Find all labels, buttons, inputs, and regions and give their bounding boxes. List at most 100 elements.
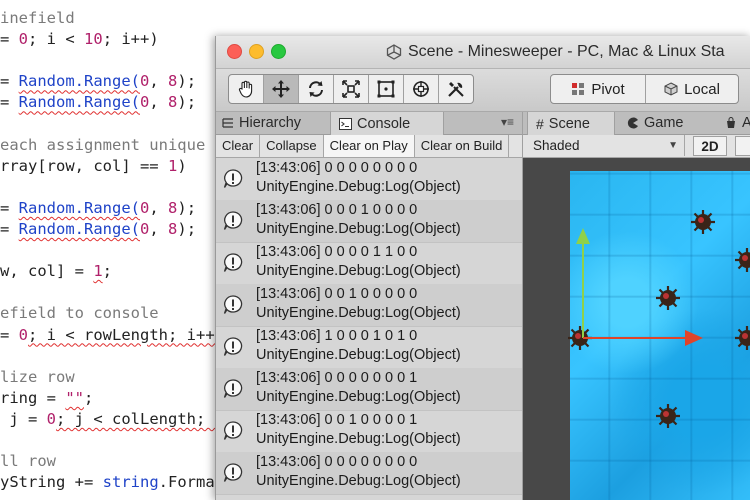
hierarchy-icon bbox=[222, 118, 233, 128]
console-log-entry[interactable]: [13:43:06] 0 0 0 0 0 0 0 0 UnityEngine.De… bbox=[216, 452, 522, 495]
log-stack-trace: UnityEngine.Debug:Log(Object) bbox=[256, 179, 461, 195]
transform-tool-button[interactable] bbox=[404, 75, 439, 103]
log-message: [13:43:06] 0 0 1 0 0 0 0 0 bbox=[256, 286, 418, 302]
game-pacman-icon bbox=[627, 117, 638, 129]
log-message: [13:43:06] 0 0 0 0 0 0 0 0 bbox=[256, 160, 418, 176]
code-line: w, col] = 1; bbox=[0, 260, 112, 282]
code-token: ); bbox=[177, 220, 197, 238]
pivot-button[interactable]: Pivot bbox=[551, 75, 646, 103]
code-token: ; bbox=[102, 262, 113, 281]
code-token: 1 bbox=[93, 262, 103, 281]
unity-logo-icon bbox=[386, 44, 402, 60]
hand-tool-button[interactable] bbox=[229, 75, 264, 103]
code-line: yString += string.Format( bbox=[0, 471, 233, 493]
info-icon bbox=[223, 421, 243, 440]
code-line: = 0; i < 10; i++) bbox=[0, 28, 159, 50]
code-token: = bbox=[0, 198, 19, 217]
console-panel: Hierarchy Console ▾≡ Clear Collapse Clea… bbox=[216, 112, 523, 500]
scene-viewport[interactable] bbox=[523, 158, 750, 500]
2d-toggle-button[interactable]: 2D bbox=[693, 136, 727, 156]
scene-overlay bbox=[568, 210, 750, 428]
shading-mode-value: Shaded bbox=[533, 138, 580, 153]
code-token: efield to console bbox=[0, 304, 159, 323]
scale-tool-button[interactable] bbox=[334, 75, 369, 103]
code-token: 10 bbox=[84, 30, 103, 49]
log-message: [13:43:06] 1 0 0 0 1 0 1 0 bbox=[256, 328, 418, 344]
rotate-tool-button[interactable] bbox=[299, 75, 334, 103]
mine-sprite[interactable] bbox=[656, 286, 680, 310]
console-log-entry[interactable]: [13:43:06] 0 0 0 0 0 0 0 0 UnityEngine.De… bbox=[216, 158, 522, 201]
log-stack-trace: UnityEngine.Debug:Log(Object) bbox=[256, 473, 461, 489]
code-line: lize row bbox=[0, 366, 75, 388]
y-axis-handle-icon bbox=[576, 228, 590, 244]
code-token: 0 bbox=[18, 325, 29, 344]
info-icon bbox=[223, 463, 243, 482]
code-line: ring = ""; bbox=[0, 387, 93, 409]
log-message: [13:43:06] 0 0 0 0 0 0 0 1 bbox=[256, 370, 418, 386]
mine-sprite[interactable] bbox=[656, 404, 680, 428]
scene-lighting-button[interactable] bbox=[735, 136, 750, 156]
console-log-list[interactable]: [13:43:06] 0 0 0 0 0 0 0 0 UnityEngine.De… bbox=[216, 158, 522, 500]
tools-icon bbox=[448, 82, 464, 97]
custom-tool-button[interactable] bbox=[439, 75, 473, 103]
code-token: = bbox=[0, 30, 19, 49]
log-stack-trace: UnityEngine.Debug:Log(Object) bbox=[256, 305, 461, 321]
code-token: ll row bbox=[0, 452, 56, 471]
local-button[interactable]: Local bbox=[646, 75, 738, 103]
tab-asset-label: A bbox=[742, 115, 750, 131]
pivot-icon bbox=[572, 83, 585, 95]
mine-sprite[interactable] bbox=[691, 210, 715, 234]
code-line: = 0; i < rowLength; i++) bbox=[0, 324, 224, 346]
code-token: ); bbox=[177, 93, 197, 112]
code-token: 0 bbox=[140, 93, 150, 112]
tab-scene[interactable]: # Scene bbox=[527, 112, 615, 135]
title-bar[interactable]: Scene - Minesweeper - PC, Mac & Linux St… bbox=[216, 36, 750, 69]
info-icon bbox=[223, 379, 243, 398]
log-stack-trace: UnityEngine.Debug:Log(Object) bbox=[256, 221, 461, 237]
clear-button[interactable]: Clear bbox=[216, 135, 261, 157]
rect-tool-button[interactable] bbox=[369, 75, 404, 103]
scale-icon bbox=[342, 80, 360, 98]
move-tool-button[interactable] bbox=[264, 75, 299, 103]
code-line: = Random.Range(0, 8); bbox=[0, 70, 196, 92]
window-maximize-button[interactable] bbox=[271, 44, 286, 59]
tab-console[interactable]: Console bbox=[330, 112, 444, 135]
code-token: string bbox=[102, 473, 159, 492]
tab-scene-label: Scene bbox=[548, 115, 590, 132]
clear-on-build-button[interactable]: Clear on Build bbox=[415, 135, 510, 157]
log-message: [13:43:06] 0 0 0 1 0 0 0 0 bbox=[256, 202, 418, 218]
clear-on-play-button[interactable]: Clear on Play bbox=[323, 135, 415, 157]
code-token: Random.Range( bbox=[18, 72, 140, 91]
console-log-entry[interactable]: [13:43:06] 0 0 0 0 1 1 0 0 UnityEngine.De… bbox=[216, 242, 522, 285]
tab-hierarchy[interactable]: Hierarchy bbox=[222, 112, 301, 134]
console-log-entry[interactable]: [13:43:06] 1 0 0 0 1 0 1 0 UnityEngine.De… bbox=[216, 326, 522, 369]
console-log-entry[interactable]: [13:43:06] 0 0 1 0 0 0 0 1 UnityEngine.De… bbox=[216, 410, 522, 453]
code-token: each assignment unique bbox=[0, 135, 206, 154]
asset-store-icon bbox=[727, 117, 735, 128]
window-close-button[interactable] bbox=[227, 44, 242, 59]
code-line: ll row bbox=[0, 450, 56, 472]
console-log-entry[interactable]: [13:43:06] 0 0 1 0 0 0 0 0 UnityEngine.De… bbox=[216, 284, 522, 327]
code-line: = Random.Range(0, 8); bbox=[0, 218, 196, 240]
code-token: inefield bbox=[0, 9, 75, 27]
log-stack-trace: UnityEngine.Debug:Log(Object) bbox=[256, 389, 461, 405]
log-message: [13:43:06] 0 0 0 0 1 1 0 0 bbox=[256, 244, 418, 260]
move-gizmo[interactable] bbox=[576, 228, 703, 346]
info-icon bbox=[223, 211, 243, 230]
tab-game-label: Game bbox=[644, 115, 684, 131]
console-log-entry[interactable]: [13:43:06] 0 0 0 0 0 0 0 1 UnityEngine.De… bbox=[216, 368, 522, 411]
scene-tab-bar: # Scene Game A bbox=[523, 112, 750, 135]
tab-game[interactable]: Game bbox=[627, 112, 684, 134]
shading-mode-dropdown[interactable]: Shaded ▼ bbox=[527, 135, 685, 156]
info-icon bbox=[223, 295, 243, 314]
tab-asset-store[interactable]: A bbox=[725, 112, 750, 134]
collapse-button[interactable]: Collapse bbox=[260, 135, 324, 157]
panel-menu-icon[interactable]: ▾≡ bbox=[501, 115, 514, 129]
mine-sprite[interactable] bbox=[735, 248, 750, 272]
dropdown-arrow-icon: ▼ bbox=[668, 140, 678, 151]
window-minimize-button[interactable] bbox=[249, 44, 264, 59]
mine-sprite[interactable] bbox=[735, 326, 750, 350]
code-token: 8 bbox=[168, 72, 178, 91]
console-log-entry[interactable]: [13:43:06] 0 0 0 1 0 0 0 0 UnityEngine.De… bbox=[216, 200, 522, 243]
hand-icon bbox=[238, 80, 253, 98]
